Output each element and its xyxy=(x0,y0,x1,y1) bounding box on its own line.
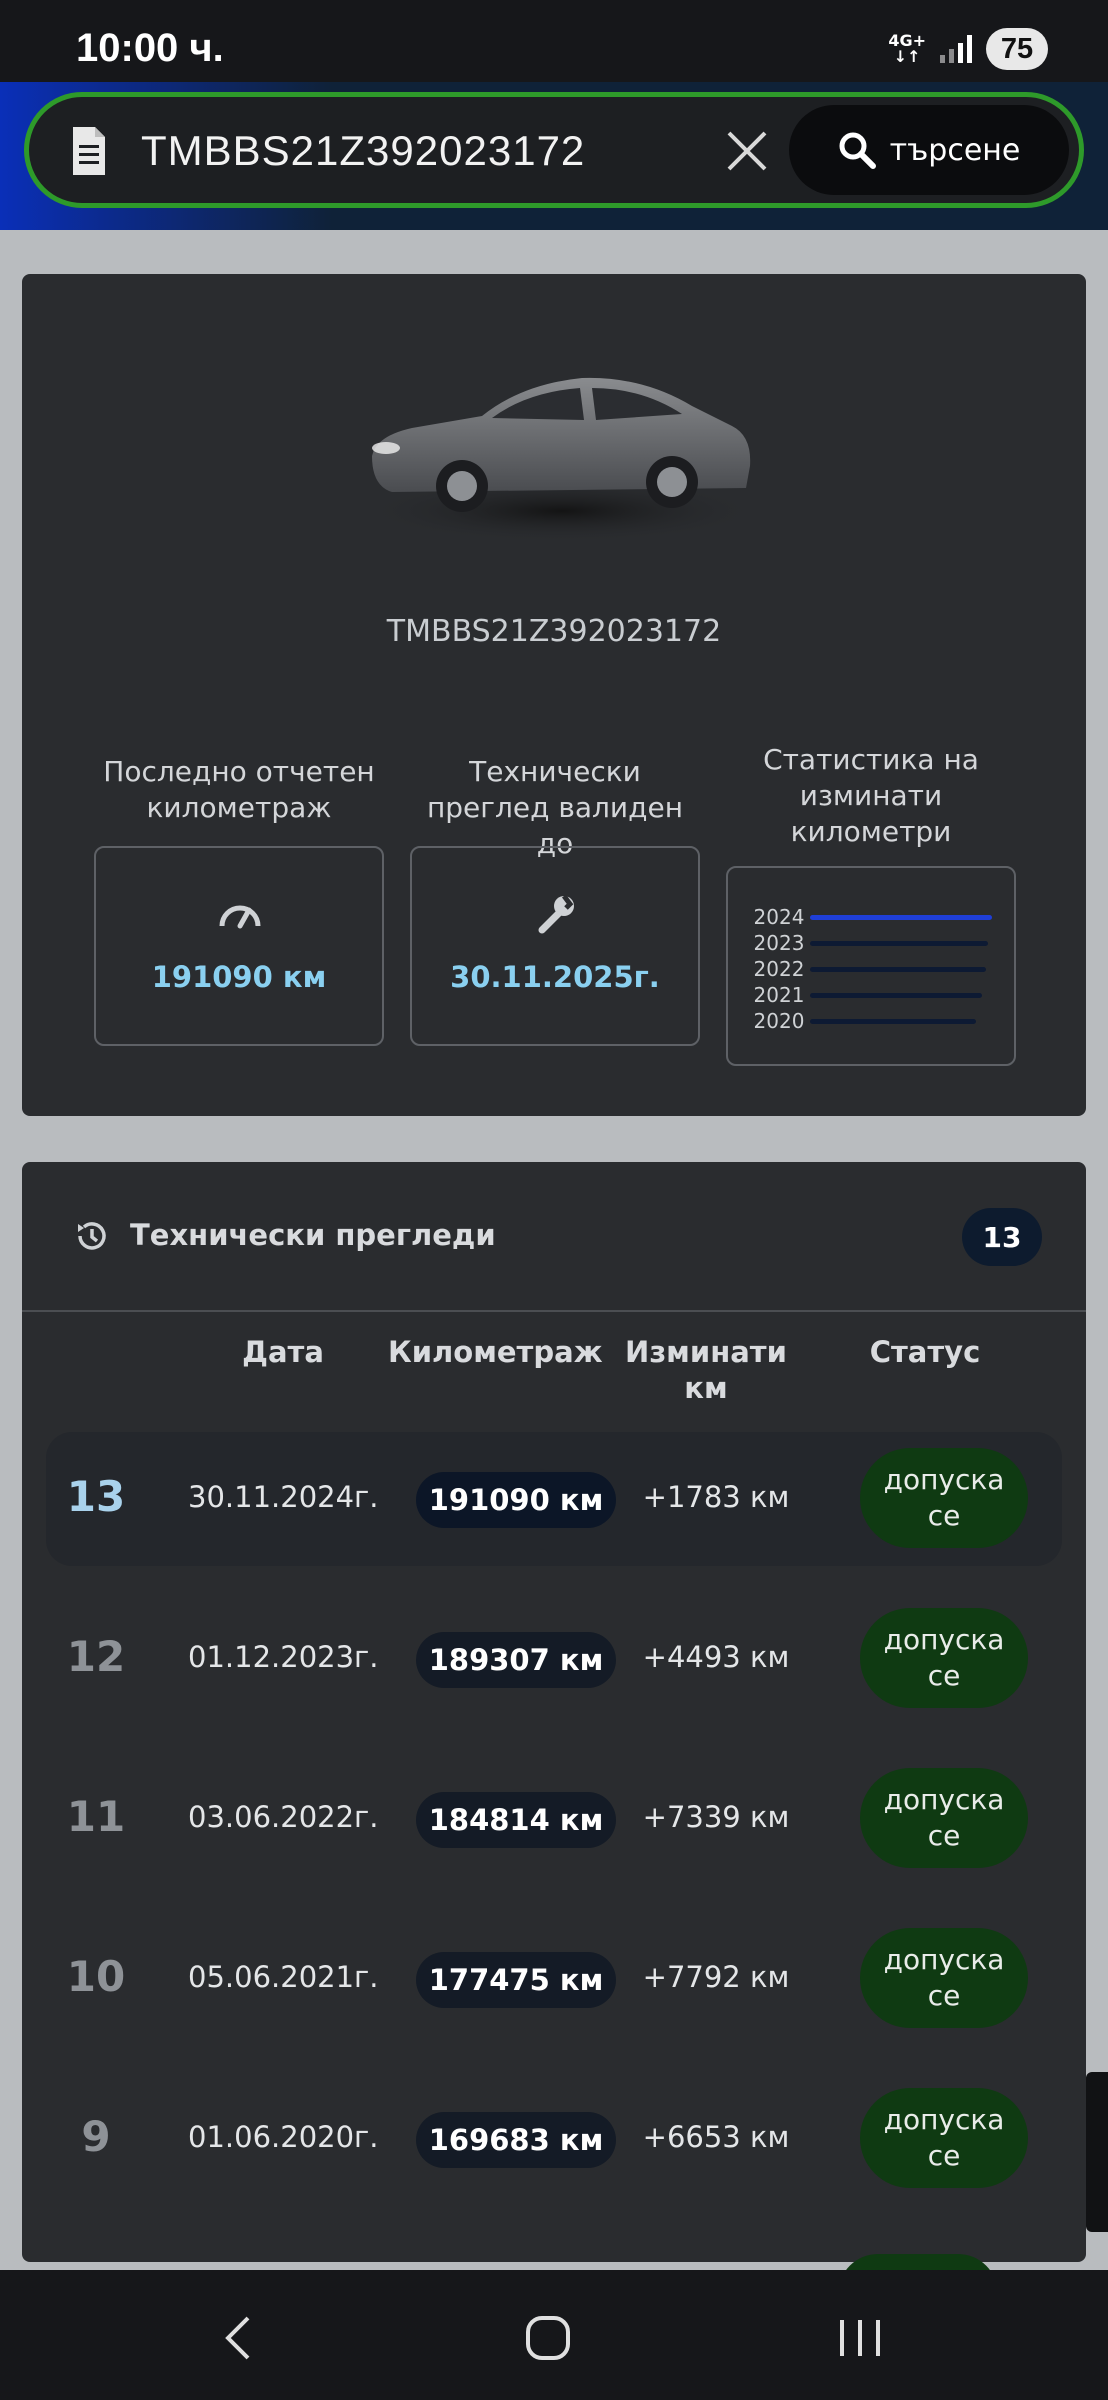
close-icon[interactable] xyxy=(721,125,773,177)
battery-icon: 75 xyxy=(986,28,1048,70)
chart-year-label: 2021 xyxy=(753,983,805,1007)
inspection-value: 30.11.2025г. xyxy=(450,960,660,994)
back-icon[interactable] xyxy=(210,2310,270,2366)
column-header-date: Дата xyxy=(242,1335,324,1369)
column-header-status: Статус xyxy=(869,1335,981,1369)
mileage-box: 191090 км xyxy=(94,846,384,1046)
search-button[interactable]: търсене xyxy=(789,105,1069,195)
network-type: 4G+ xyxy=(888,31,926,50)
chart-row: 2024 xyxy=(748,904,992,930)
search-icon xyxy=(839,132,876,169)
mileage-value: 191090 км xyxy=(151,960,327,994)
home-icon[interactable] xyxy=(518,2310,578,2366)
status-badge: допуска се xyxy=(860,1768,1028,1868)
navigation-bar xyxy=(0,2270,1108,2400)
inspection-box: 30.11.2025г. xyxy=(410,846,700,1046)
status-badge: допуска се xyxy=(860,2088,1028,2188)
chart-year-label: 2024 xyxy=(753,905,805,929)
mileage-stat: Последно отчетен километраж 191090 км xyxy=(94,754,384,1046)
chart-year-label: 2023 xyxy=(753,931,805,955)
table-row[interactable]: 12 01.12.2023г. 189307 км +4493 км допус… xyxy=(46,1592,1062,1726)
row-mileage: 169683 км xyxy=(416,2112,616,2168)
chart-year-label: 2022 xyxy=(753,957,805,981)
chart-year-label: 2020 xyxy=(753,1009,805,1033)
chart-row: 2023 xyxy=(748,930,992,956)
chart-row: 2021 xyxy=(748,982,992,1008)
search-button-label: търсене xyxy=(889,132,1021,168)
row-number: 9 xyxy=(81,2112,111,2161)
row-driven: +4493 км xyxy=(642,1640,790,1674)
vehicle-card: TMBBS21Z392023172 Последно отчетен килом… xyxy=(22,274,1086,1116)
stats-label: Статистика на изминати километри xyxy=(763,743,979,848)
row-date: 01.12.2023г. xyxy=(188,1640,379,1674)
inspections-count-badge: 13 xyxy=(962,1208,1042,1266)
clock: 10:00 ч. xyxy=(76,26,224,70)
row-date: 30.11.2024г. xyxy=(188,1480,379,1514)
row-number: 13 xyxy=(66,1472,126,1521)
status-badge: допуска се xyxy=(860,1448,1028,1548)
inspections-card: Технически прегледи 13 Дата Километраж И… xyxy=(22,1162,1086,2262)
status-badge: допуска се xyxy=(860,1928,1028,2028)
stats-chart-box[interactable]: 2024 2023 2022 2021 2020 xyxy=(726,866,1016,1066)
status-bar: 10:00 ч. 4G+ ↓↑ 75 xyxy=(0,0,1108,82)
chart-bar xyxy=(810,940,988,946)
inspections-title: Технически прегледи xyxy=(130,1218,496,1252)
status-badge: допуска се xyxy=(860,1608,1028,1708)
row-driven: +7339 км xyxy=(642,1800,790,1834)
table-row[interactable]: 11 03.06.2022г. 184814 км +7339 км допус… xyxy=(46,1752,1062,1886)
row-driven: +6653 км xyxy=(642,2120,790,2154)
battery-level: 75 xyxy=(1000,32,1034,65)
mileage-label: Последно отчетен километраж xyxy=(103,755,375,824)
wrench-icon xyxy=(538,894,574,934)
row-number: 10 xyxy=(66,1952,126,2001)
search-input[interactable]: TMBBS21Z392023172 xyxy=(141,127,585,175)
chart-row: 2022 xyxy=(748,956,992,982)
row-date: 03.06.2022г. xyxy=(188,1800,379,1834)
search-bar[interactable]: TMBBS21Z392023172 търсене xyxy=(24,92,1084,208)
speedometer-icon xyxy=(219,905,261,929)
vehicle-vin: TMBBS21Z392023172 xyxy=(386,614,722,649)
signal-icon xyxy=(940,35,972,63)
edge-panel-handle[interactable] xyxy=(1086,2072,1108,2232)
table-row[interactable]: 9 01.06.2020г. 169683 км +6653 км допуск… xyxy=(46,2072,1062,2206)
mileage-stats: Статистика на изминати километри 2024 20… xyxy=(726,742,1016,1066)
history-icon xyxy=(78,1222,106,1250)
row-date: 05.06.2021г. xyxy=(188,1960,379,1994)
row-mileage: 177475 км xyxy=(416,1952,616,2008)
table-row[interactable]: 13 30.11.2024г. 191090 км +1783 км допус… xyxy=(46,1432,1062,1566)
row-driven: +7792 км xyxy=(642,1960,790,1994)
network-type-icon: 4G+ ↓↑ xyxy=(888,31,926,66)
inspections-header: Технически прегледи 13 xyxy=(22,1162,1086,1312)
inspection-stat: Технически преглед валиден до 30.11.2025… xyxy=(410,754,700,1046)
chart-bar xyxy=(810,914,992,920)
mileage-chart: 2024 2023 2022 2021 2020 xyxy=(748,904,992,1034)
document-icon xyxy=(73,127,105,175)
row-number: 12 xyxy=(66,1632,126,1681)
chart-bar xyxy=(810,992,982,998)
status-icons: 4G+ ↓↑ 75 xyxy=(888,28,1048,70)
chart-bar xyxy=(810,1018,976,1024)
chart-bar xyxy=(810,966,986,972)
column-header-mileage: Километраж xyxy=(388,1335,603,1369)
row-number: 11 xyxy=(66,1792,126,1841)
table-row[interactable]: 10 05.06.2021г. 177475 км +7792 км допус… xyxy=(46,1912,1062,2046)
row-mileage: 189307 км xyxy=(416,1632,616,1688)
recent-apps-icon[interactable] xyxy=(830,2310,890,2366)
row-date: 01.06.2020г. xyxy=(188,2120,379,2154)
car-image xyxy=(362,377,762,543)
row-driven: +1783 км xyxy=(642,1480,790,1514)
row-mileage: 191090 км xyxy=(416,1472,616,1528)
column-header-driven: Изминати км xyxy=(625,1335,787,1405)
chart-row: 2020 xyxy=(748,1008,992,1034)
row-mileage: 184814 км xyxy=(416,1792,616,1848)
